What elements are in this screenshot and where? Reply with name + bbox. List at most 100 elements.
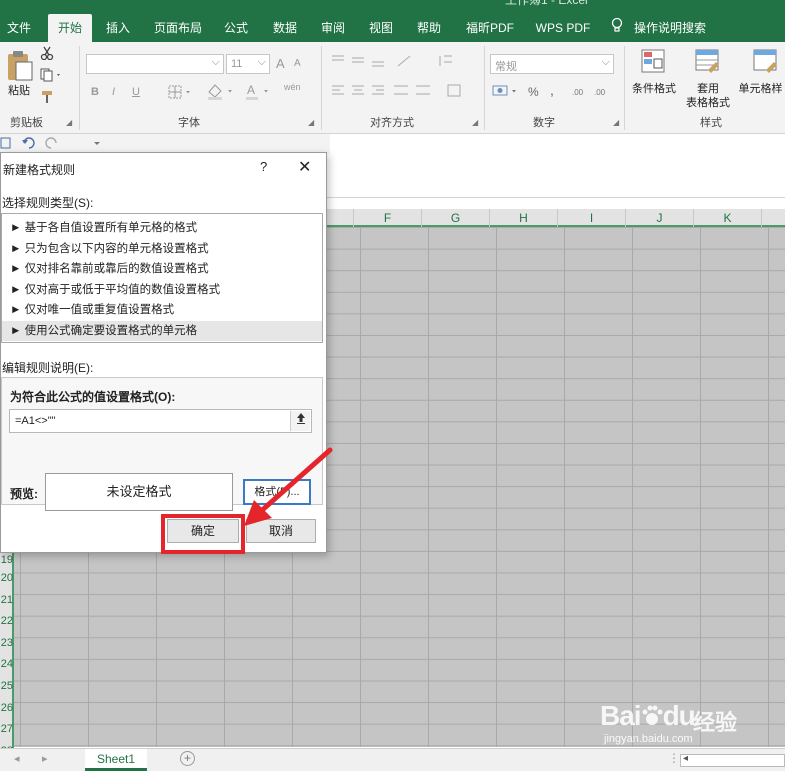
styles-group-label: 样式 xyxy=(700,117,722,129)
tab-view[interactable]: 视图 xyxy=(362,17,400,39)
number-launcher-icon[interactable]: ◢ xyxy=(613,118,619,127)
rule-type-item[interactable]: ► 只为包含以下内容的单元格设置格式 xyxy=(2,239,322,260)
rule-type-item[interactable]: ► 仅对唯一值或重复值设置格式 xyxy=(2,300,322,321)
watermark-brand: 经验 xyxy=(693,710,738,735)
font-size-value: 11 xyxy=(231,58,243,70)
sheet-tab-sheet1[interactable]: Sheet1 xyxy=(85,749,147,771)
row-header-24[interactable]: 24 xyxy=(0,654,14,676)
format-painter-icon[interactable] xyxy=(40,90,54,107)
row-header-25[interactable]: 25 xyxy=(0,676,14,698)
font-name-select[interactable]: ⌵ xyxy=(86,54,224,74)
row-header-20[interactable]: 20 xyxy=(0,568,14,590)
copy-icon[interactable] xyxy=(40,68,62,85)
window-title: 工作簿1 - Excel xyxy=(505,0,588,7)
italic-button[interactable]: I xyxy=(112,86,115,98)
format-as-table-label-2[interactable]: 表格格式 xyxy=(680,94,736,110)
font-size-select[interactable]: 11 ⌵ xyxy=(226,54,270,74)
format-as-table-icon[interactable] xyxy=(694,48,722,79)
conditional-formatting-label[interactable]: 条件格式 xyxy=(628,80,680,96)
edit-rule-description-label: 编辑规则说明(E): xyxy=(2,361,94,375)
watermark-logo-text-1: Bai xyxy=(600,700,642,731)
tab-page-layout[interactable]: 页面布局 xyxy=(148,17,208,39)
row-header-23[interactable]: 23 xyxy=(0,633,14,655)
rule-type-item[interactable]: ► 仅对排名靠前或靠后的数值设置格式 xyxy=(2,259,322,280)
tab-foxit-pdf[interactable]: 福昕PDF xyxy=(460,17,520,39)
column-header-k[interactable]: K xyxy=(694,209,762,227)
svg-text:.00: .00 xyxy=(594,88,606,97)
group-divider xyxy=(321,46,322,130)
clipboard-launcher-icon[interactable]: ◢ xyxy=(66,118,72,127)
collapse-dialog-icon[interactable] xyxy=(290,411,310,431)
column-header-h[interactable]: H xyxy=(490,209,558,227)
row-header-28[interactable]: 28 xyxy=(0,741,14,748)
help-button[interactable]: ? xyxy=(260,159,267,174)
paste-label[interactable]: 粘贴 xyxy=(4,82,34,98)
tab-data[interactable]: 数据 xyxy=(266,17,304,39)
bold-button[interactable]: B xyxy=(91,86,99,98)
conditional-formatting-icon[interactable] xyxy=(640,48,668,79)
group-divider xyxy=(624,46,625,130)
phonetic-button[interactable]: wén xyxy=(284,82,301,92)
formula-bar[interactable] xyxy=(326,176,785,198)
rule-type-item[interactable]: ► 仅对高于或低于平均值的数值设置格式 xyxy=(2,280,322,301)
watermark-logo-text-2: du xyxy=(662,700,696,731)
column-header-f[interactable]: F xyxy=(354,209,422,227)
add-sheet-icon[interactable]: + xyxy=(180,751,195,766)
qat-icons[interactable] xyxy=(0,134,110,152)
border-icon[interactable] xyxy=(168,84,194,103)
font-launcher-icon[interactable]: ◢ xyxy=(308,118,314,127)
cut-icon[interactable] xyxy=(40,46,54,63)
alignment-launcher-icon[interactable]: ◢ xyxy=(472,118,478,127)
format-values-label: 为符合此公式的值设置格式(O): xyxy=(10,390,176,404)
rule-type-item-selected[interactable]: ► 使用公式确定要设置格式的单元格 xyxy=(2,320,322,341)
percent-button[interactable]: % xyxy=(528,85,539,99)
formula-input[interactable]: =A1<>"" xyxy=(9,409,312,433)
watermark-logo: Bai du xyxy=(600,700,696,732)
tab-help[interactable]: 帮助 xyxy=(410,17,448,39)
comma-button[interactable]: , xyxy=(550,82,554,98)
align-top-icons[interactable] xyxy=(328,52,468,73)
cell-styles-label[interactable]: 单元格样 xyxy=(736,80,785,96)
underline-button[interactable]: U xyxy=(132,86,140,98)
sheet-next-icon[interactable]: ▸ xyxy=(42,752,48,765)
scroll-left-icon[interactable]: ◂ xyxy=(683,753,688,764)
tab-review[interactable]: 审阅 xyxy=(314,17,352,39)
sheet-prev-icon[interactable]: ◂ xyxy=(14,752,20,765)
tab-file[interactable]: 文件 xyxy=(2,17,36,39)
column-header[interactable] xyxy=(326,209,354,227)
column-header-j[interactable]: J xyxy=(626,209,694,227)
decimal-icons[interactable]: .00 .00 xyxy=(572,84,616,101)
tab-formulas[interactable]: 公式 xyxy=(218,17,254,39)
column-header-g[interactable]: G xyxy=(422,209,490,227)
column-headers: F G H I J K xyxy=(326,209,785,227)
svg-text:.00: .00 xyxy=(572,88,584,97)
tab-insert[interactable]: 插入 xyxy=(100,17,136,39)
tell-me-search[interactable]: 操作说明搜索 xyxy=(632,17,708,39)
font-color-icon[interactable]: A xyxy=(244,82,274,103)
sheet-options-icon[interactable]: ⋮ xyxy=(668,751,680,765)
rule-type-item[interactable]: ► 基于各自值设置所有单元格的格式 xyxy=(2,218,322,239)
ribbon-tab-bar: 工作簿1 - Excel 文件 开始 插入 页面布局 公式 数据 审阅 视图 帮… xyxy=(0,0,785,42)
column-header-i[interactable]: I xyxy=(558,209,626,227)
close-icon[interactable]: ✕ xyxy=(298,157,311,177)
align-horizontal-icons[interactable] xyxy=(328,84,478,101)
paw-icon xyxy=(642,705,663,725)
preview-box: 未设定格式 xyxy=(45,473,233,511)
currency-icon[interactable] xyxy=(492,84,522,101)
row-header-27[interactable]: 27 xyxy=(0,719,14,741)
shrink-font-button[interactable]: A xyxy=(294,58,301,69)
lightbulb-icon[interactable] xyxy=(608,17,626,39)
horizontal-scrollbar[interactable]: ◂ xyxy=(680,753,785,767)
fill-color-icon[interactable] xyxy=(206,82,236,103)
number-format-select[interactable]: 常规 ⌵ xyxy=(490,54,614,74)
paste-icon[interactable] xyxy=(6,50,34,85)
tab-home[interactable]: 开始 xyxy=(48,14,92,42)
grow-font-button[interactable]: A xyxy=(276,56,285,71)
select-rule-type-label: 选择规则类型(S): xyxy=(2,196,94,210)
row-header-21[interactable]: 21 xyxy=(0,590,14,612)
cell-styles-icon[interactable] xyxy=(752,48,780,79)
rule-type-list[interactable]: ► 基于各自值设置所有单元格的格式 ► 只为包含以下内容的单元格设置格式 ► 仅… xyxy=(1,213,323,343)
tab-wps-pdf[interactable]: WPS PDF xyxy=(530,17,596,39)
row-header-22[interactable]: 22 xyxy=(0,611,14,633)
row-header-26[interactable]: 26 xyxy=(0,698,14,720)
